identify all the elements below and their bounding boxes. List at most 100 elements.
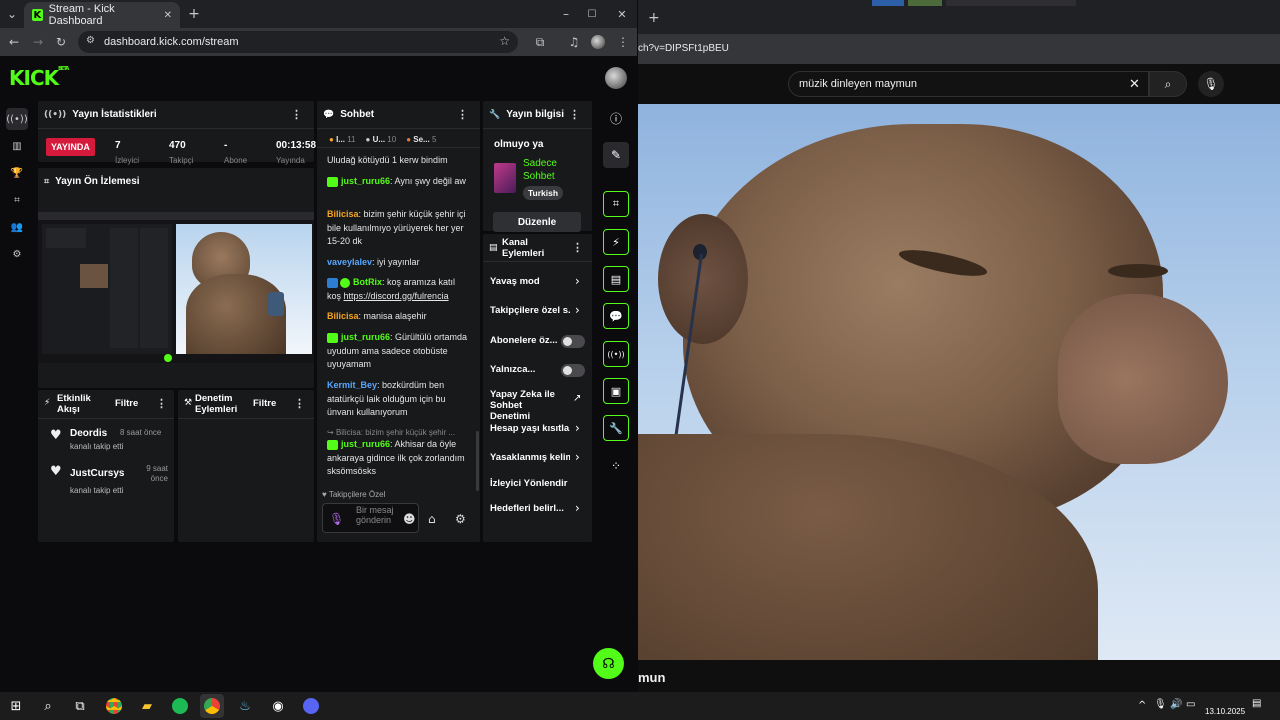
message-user[interactable]: vaveylalev xyxy=(327,257,372,267)
activity-more-icon[interactable]: ⋮ xyxy=(156,397,167,410)
maximize-icon[interactable]: ☐ xyxy=(584,6,600,22)
back-icon[interactable]: ← xyxy=(6,34,22,50)
chat-message[interactable]: Uludağ kötüydü 1 kerw bindim xyxy=(327,154,470,168)
tray-network-icon[interactable]: ▭ xyxy=(1186,699,1195,710)
extensions-icon[interactable]: ⧉ xyxy=(532,34,548,50)
obs-icon[interactable]: ◉ xyxy=(266,694,290,718)
message-user[interactable]: just_ruru66 xyxy=(341,332,390,342)
chrome-active-icon[interactable] xyxy=(200,694,224,718)
message-link[interactable]: https://discord.gg/fulrencia xyxy=(344,291,449,301)
close-window-icon[interactable]: ✕ xyxy=(614,6,630,22)
menu-icon[interactable]: ⋮ xyxy=(615,34,631,50)
preview-video[interactable] xyxy=(38,212,314,363)
stream-info-more-icon[interactable]: ⋮ xyxy=(569,108,580,121)
site-info-icon[interactable]: ⚙ xyxy=(86,35,95,46)
tool-clips-icon[interactable]: ⌗ xyxy=(603,191,629,217)
message-user[interactable]: BotRix xyxy=(353,277,382,287)
nav-clips-icon[interactable]: ⌗ xyxy=(6,189,28,211)
tool-broadcast-icon[interactable]: ((•)) xyxy=(603,341,629,367)
search-icon[interactable]: ⌕ xyxy=(36,694,60,718)
category-thumbnail[interactable] xyxy=(494,163,516,193)
moderation-filter-button[interactable]: Filtre xyxy=(253,398,276,409)
nav-settings-icon[interactable]: ⚙ xyxy=(6,243,28,265)
tool-chat-icon[interactable]: 💬 xyxy=(603,303,629,329)
emotes-only-toggle[interactable] xyxy=(561,364,585,377)
chat-more-icon[interactable]: ⋮ xyxy=(457,108,468,121)
chat-message[interactable]: Bilicisa: manisa alaşehir xyxy=(327,310,470,324)
chat-message[interactable]: Kermit_Bey: bozkürdüm ben atatürkçü laik… xyxy=(327,379,470,420)
nav-community-icon[interactable]: 👥 xyxy=(6,216,28,238)
edit-layout-icon[interactable]: ✎ xyxy=(603,142,629,168)
more-tools-icon[interactable]: ⁘ xyxy=(608,458,624,474)
tray-mic-icon[interactable]: 🎙 xyxy=(1154,699,1167,710)
action-followers-only[interactable]: Takipçilere özel s... › xyxy=(483,301,592,321)
chat-message[interactable]: BotRix: koş aramıza katıl koş https://di… xyxy=(327,276,470,303)
url-field[interactable]: ⚙ dashboard.kick.com/stream ☆ xyxy=(78,31,518,53)
store-icon[interactable]: ⌂ xyxy=(428,512,436,526)
top-chatter[interactable]: ● I... 11 xyxy=(329,135,356,144)
activity-item[interactable]: ♥ JustCursys 9 saat önce kanalı takip et… xyxy=(38,462,174,496)
new-tab-icon[interactable]: + xyxy=(648,10,660,26)
nav-stream-icon[interactable]: ((•)) xyxy=(6,108,28,130)
file-explorer-icon[interactable]: ▰ xyxy=(135,694,159,718)
tab-close-icon[interactable]: ✕ xyxy=(164,10,172,21)
tray-volume-icon[interactable]: 🔊 xyxy=(1170,699,1182,710)
search-icon[interactable]: ⌕ xyxy=(1149,71,1187,97)
chat-settings-icon[interactable]: ⚙ xyxy=(455,512,466,526)
mic-icon[interactable]: 🎙 xyxy=(329,512,344,526)
stats-more-icon[interactable]: ⋮ xyxy=(291,108,302,121)
tool-wrench-icon[interactable]: 🔧 xyxy=(603,415,629,441)
channel-actions-more-icon[interactable]: ⋮ xyxy=(572,241,583,254)
windows-start-icon[interactable]: ⊞ xyxy=(4,694,28,718)
minimize-icon[interactable]: – xyxy=(558,6,574,22)
nav-analytics-icon[interactable]: ▥ xyxy=(6,135,28,157)
message-user[interactable]: Bilicisa xyxy=(327,311,359,321)
action-ai-moderation[interactable]: Yapay Zeka ile Sohbet Denetimi ↗ xyxy=(483,387,592,422)
chat-message[interactable]: just_ruru66: Aynı şwy değil aw xyxy=(327,175,470,189)
message-user[interactable]: Kermit_Bey xyxy=(327,380,377,390)
activity-filter-button[interactable]: Filtre xyxy=(115,398,138,409)
forward-icon[interactable]: → xyxy=(30,34,46,50)
edit-button[interactable]: Düzenle xyxy=(493,212,581,232)
chat-message[interactable]: Bilicisa: bizim şehir küçük şehir içi bi… xyxy=(327,208,470,249)
kick-logo[interactable]: KICKBETA xyxy=(9,66,69,90)
action-goals[interactable]: Hedefleri belirl... › xyxy=(483,499,592,519)
task-view-icon[interactable]: ⧉ xyxy=(68,694,92,718)
profile-avatar[interactable] xyxy=(591,35,605,49)
notification-icon[interactable]: ▤ xyxy=(1252,698,1261,709)
yt-video-player[interactable] xyxy=(638,104,1280,660)
subscribers-only-toggle[interactable] xyxy=(561,335,585,348)
tray-chevron-icon[interactable]: ^ xyxy=(1138,700,1146,711)
action-emotes-only[interactable]: Yalnızca... xyxy=(483,360,592,380)
user-avatar[interactable] xyxy=(605,67,627,89)
message-user[interactable]: Bilicisa xyxy=(327,209,359,219)
yt-address-bar[interactable]: ch?v=DIPSFt1pBEU xyxy=(638,34,1280,64)
chat-message[interactable]: just_ruru66: Gürültülü ortamda uyudum am… xyxy=(327,331,470,372)
action-raid[interactable]: İzleyici Yönlendir xyxy=(483,474,592,494)
action-account-age[interactable]: Hesap yaşı kısıtla... › xyxy=(483,419,592,439)
tool-camera-icon[interactable]: ▣ xyxy=(603,378,629,404)
action-subscribers-only[interactable]: Abonelere öz... xyxy=(483,331,592,351)
support-headset-icon[interactable]: ☊ xyxy=(593,648,624,679)
chat-scrollbar[interactable] xyxy=(476,431,479,491)
category-link[interactable]: Sadece Sohbet xyxy=(523,157,579,183)
language-tag[interactable]: Turkish xyxy=(523,186,564,200)
action-banned-words[interactable]: Yasaklanmış kelim... › xyxy=(483,448,592,468)
chat-message[interactable]: vaveylalev: iyi yayınlar xyxy=(327,256,470,270)
info-icon[interactable]: ⓘ xyxy=(608,110,624,126)
yt-search-input[interactable]: müzik dinleyen maymun ✕ xyxy=(788,71,1149,97)
bookmark-star-icon[interactable]: ☆ xyxy=(499,34,510,48)
spotify-icon[interactable] xyxy=(168,694,192,718)
emoji-icon[interactable]: ☻ xyxy=(403,512,416,526)
message-user[interactable]: just_ruru66 xyxy=(341,439,390,449)
reload-icon[interactable]: ↻ xyxy=(53,34,69,50)
top-chatter[interactable]: ● Se... 5 xyxy=(406,135,436,144)
new-tab-icon[interactable]: + xyxy=(186,6,202,22)
chat-message[interactable]: just_ruru66: Akhisar da öyle ankaraya gi… xyxy=(327,438,470,479)
clear-search-icon[interactable]: ✕ xyxy=(1129,77,1140,92)
steam-icon[interactable]: ♨ xyxy=(233,694,257,718)
tab-kick-dashboard[interactable]: K Stream - Kick Dashboard ✕ xyxy=(24,2,180,28)
chrome-icon[interactable] xyxy=(102,694,126,718)
action-slow-mode[interactable]: Yavaş mod › xyxy=(483,272,592,292)
tool-activity-icon[interactable]: ⚡ xyxy=(603,229,629,255)
